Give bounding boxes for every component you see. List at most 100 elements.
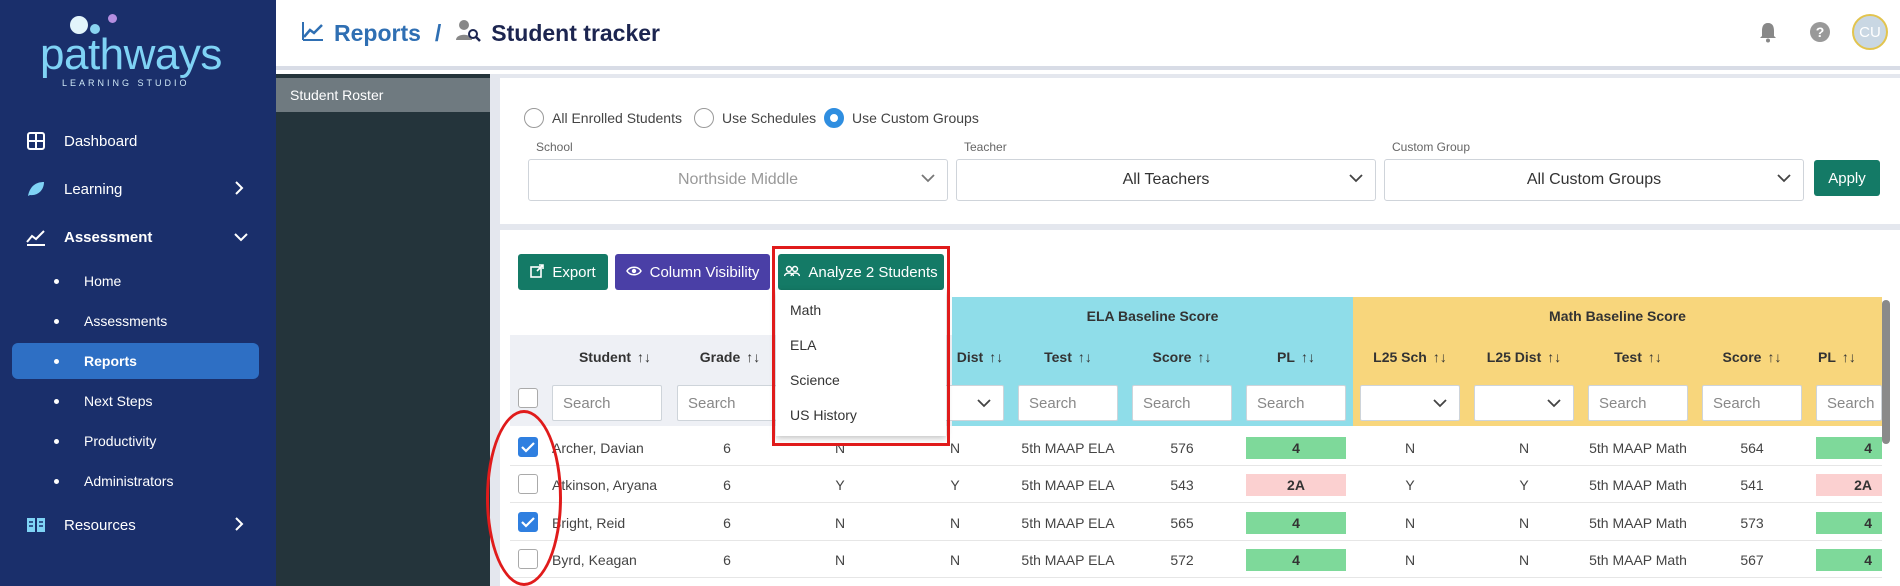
chevron-down-icon xyxy=(1433,395,1447,411)
col-label: Test xyxy=(1044,349,1072,365)
nav-sub-home[interactable]: Home xyxy=(0,263,276,299)
sort-icon: ↑↓ xyxy=(637,349,652,365)
chevron-right-icon xyxy=(234,516,244,534)
radio-use-custom-groups[interactable]: Use Custom Groups xyxy=(824,108,979,128)
radio-all-enrolled[interactable]: All Enrolled Students xyxy=(524,108,682,128)
school-label: School xyxy=(536,140,573,154)
cell-student[interactable]: Byrd, Keagan xyxy=(552,541,682,578)
bell-icon[interactable] xyxy=(1756,20,1780,44)
nav-item-resources[interactable]: Resources xyxy=(0,505,276,545)
radio-circle xyxy=(824,108,844,128)
nav-sub-assessments[interactable]: Assessments xyxy=(0,303,276,339)
bullet-icon xyxy=(54,358,59,364)
nav-item-dashboard[interactable]: Dashboard xyxy=(0,121,276,161)
logo-tagline: LEARNING STUDIO xyxy=(62,78,190,88)
nav-sub-label: Next Steps xyxy=(84,393,153,409)
cell-math-score: 567 xyxy=(1740,551,1764,568)
col-pl[interactable]: PL ↑↓ xyxy=(1246,335,1346,379)
ela-group-header: ELA Baseline Score xyxy=(952,297,1353,335)
pathways-logo[interactable]: pathways LEARNING STUDIO xyxy=(40,10,240,88)
select-value: All Teachers xyxy=(1122,171,1210,188)
teacher-select[interactable]: All Teachers xyxy=(956,159,1376,201)
radio-use-schedules[interactable]: Use Schedules xyxy=(694,108,816,128)
breadcrumb-reports[interactable]: Reports xyxy=(334,20,421,47)
cell-score: 576 xyxy=(1170,439,1194,456)
col-label: Grade xyxy=(699,349,741,365)
sidebar-item-student-roster[interactable]: Student Roster xyxy=(276,78,490,112)
column-visibility-button[interactable]: Column Visibility xyxy=(615,254,770,290)
cell-c3: Y xyxy=(835,476,845,493)
dashboard-icon xyxy=(26,131,46,151)
nav-sub-label: Assessments xyxy=(84,313,168,329)
nav-item-assessment[interactable]: Assessment xyxy=(0,217,276,257)
help-icon[interactable]: ? xyxy=(1808,20,1832,44)
search-student-input[interactable]: Search xyxy=(552,385,662,421)
vertical-scrollbar[interactable] xyxy=(1882,300,1890,444)
nav-item-learning[interactable]: Learning xyxy=(0,169,276,209)
col-math-score[interactable]: Score ↑↓ xyxy=(1702,335,1802,379)
cell-student[interactable]: Atkinson, Aryana xyxy=(552,466,682,503)
logo-wordmark: pathways xyxy=(40,30,222,79)
school-select[interactable]: Northside Middle xyxy=(528,159,948,201)
cell-math-score: 541 xyxy=(1740,476,1764,493)
cell-dist: N xyxy=(949,514,961,531)
search-grade-input[interactable]: Search xyxy=(677,385,777,421)
cell-test: 5th MAAP ELA xyxy=(1021,514,1115,531)
cell-l25-dist: N xyxy=(1518,439,1530,456)
select-value: Northside Middle xyxy=(677,171,799,188)
l25-sch-filter-select[interactable] xyxy=(1360,385,1460,421)
apply-button[interactable]: Apply xyxy=(1814,160,1880,196)
user-search-icon xyxy=(455,18,482,48)
l25-dist-filter-select[interactable] xyxy=(1474,385,1574,421)
nav-sub-administrators[interactable]: Administrators xyxy=(0,463,276,499)
breadcrumb: Reports / Student tracker xyxy=(302,18,660,48)
cell-math-score: 564 xyxy=(1740,439,1764,456)
col-label: Dist xyxy=(956,349,984,365)
avatar[interactable]: CU xyxy=(1852,14,1888,50)
nav-sub-reports[interactable]: Reports xyxy=(12,343,259,379)
sort-icon: ↑↓ xyxy=(1432,349,1447,365)
search-math-score-input[interactable]: Search xyxy=(1702,385,1802,421)
col-l25-dist[interactable]: L25 Dist ↑↓ xyxy=(1474,335,1574,379)
radio-circle xyxy=(694,108,714,128)
col-label: Student xyxy=(578,349,632,365)
col-l25-sch[interactable]: L25 Sch ↑↓ xyxy=(1360,335,1460,379)
math-group-header: Math Baseline Score xyxy=(1353,297,1882,335)
col-score[interactable]: Score ↑↓ xyxy=(1132,335,1232,379)
bullet-icon xyxy=(54,398,59,404)
eye-icon xyxy=(625,264,642,280)
cell-student[interactable]: Archer, Davian xyxy=(552,429,682,466)
top-header: Reports / Student tracker ? CU xyxy=(276,0,1900,70)
nav-sub-next-steps[interactable]: Next Steps xyxy=(0,383,276,419)
export-button[interactable]: Export xyxy=(518,254,608,290)
custom-group-select[interactable]: All Custom Groups xyxy=(1384,159,1804,201)
nav-sub-productivity[interactable]: Productivity xyxy=(0,423,276,459)
col-label: PL xyxy=(1818,349,1836,365)
cell-math-test: 5th MAAP Math xyxy=(1589,476,1687,493)
chevron-down-icon xyxy=(1547,395,1561,411)
col-test[interactable]: Test ↑↓ xyxy=(1018,335,1118,379)
cell-l25-sch: N xyxy=(1404,551,1416,568)
col-grade[interactable]: Grade ↑↓ xyxy=(680,335,780,379)
sort-icon: ↑↓ xyxy=(1300,349,1315,365)
sort-icon: ↑↓ xyxy=(1841,349,1856,365)
nav-label: Assessment xyxy=(64,228,153,246)
cell-test: 5th MAAP ELA xyxy=(1021,551,1115,568)
cell-math-pl-badge: 4 xyxy=(1816,437,1882,459)
sort-icon: ↑↓ xyxy=(1767,349,1782,365)
search-test-input[interactable]: Search xyxy=(1018,385,1118,421)
chevron-down-icon xyxy=(977,395,991,411)
col-label: L25 Sch xyxy=(1373,349,1427,365)
bullet-icon xyxy=(54,318,59,324)
search-score-input[interactable]: Search xyxy=(1132,385,1232,421)
search-pl-input[interactable]: Search xyxy=(1246,385,1346,421)
col-math-pl[interactable]: PL ↑↓ xyxy=(1806,335,1882,379)
search-math-pl-input[interactable]: Search xyxy=(1816,385,1882,421)
cell-l25-sch: Y xyxy=(1405,476,1415,493)
cell-student[interactable]: Bright, Reid xyxy=(552,504,682,541)
col-math-test[interactable]: Test ↑↓ xyxy=(1588,335,1688,379)
cell-grade: 6 xyxy=(723,476,731,493)
search-math-test-input[interactable]: Search xyxy=(1588,385,1688,421)
select-all-checkbox[interactable] xyxy=(518,388,538,408)
col-student[interactable]: Student ↑↓ xyxy=(555,335,675,379)
